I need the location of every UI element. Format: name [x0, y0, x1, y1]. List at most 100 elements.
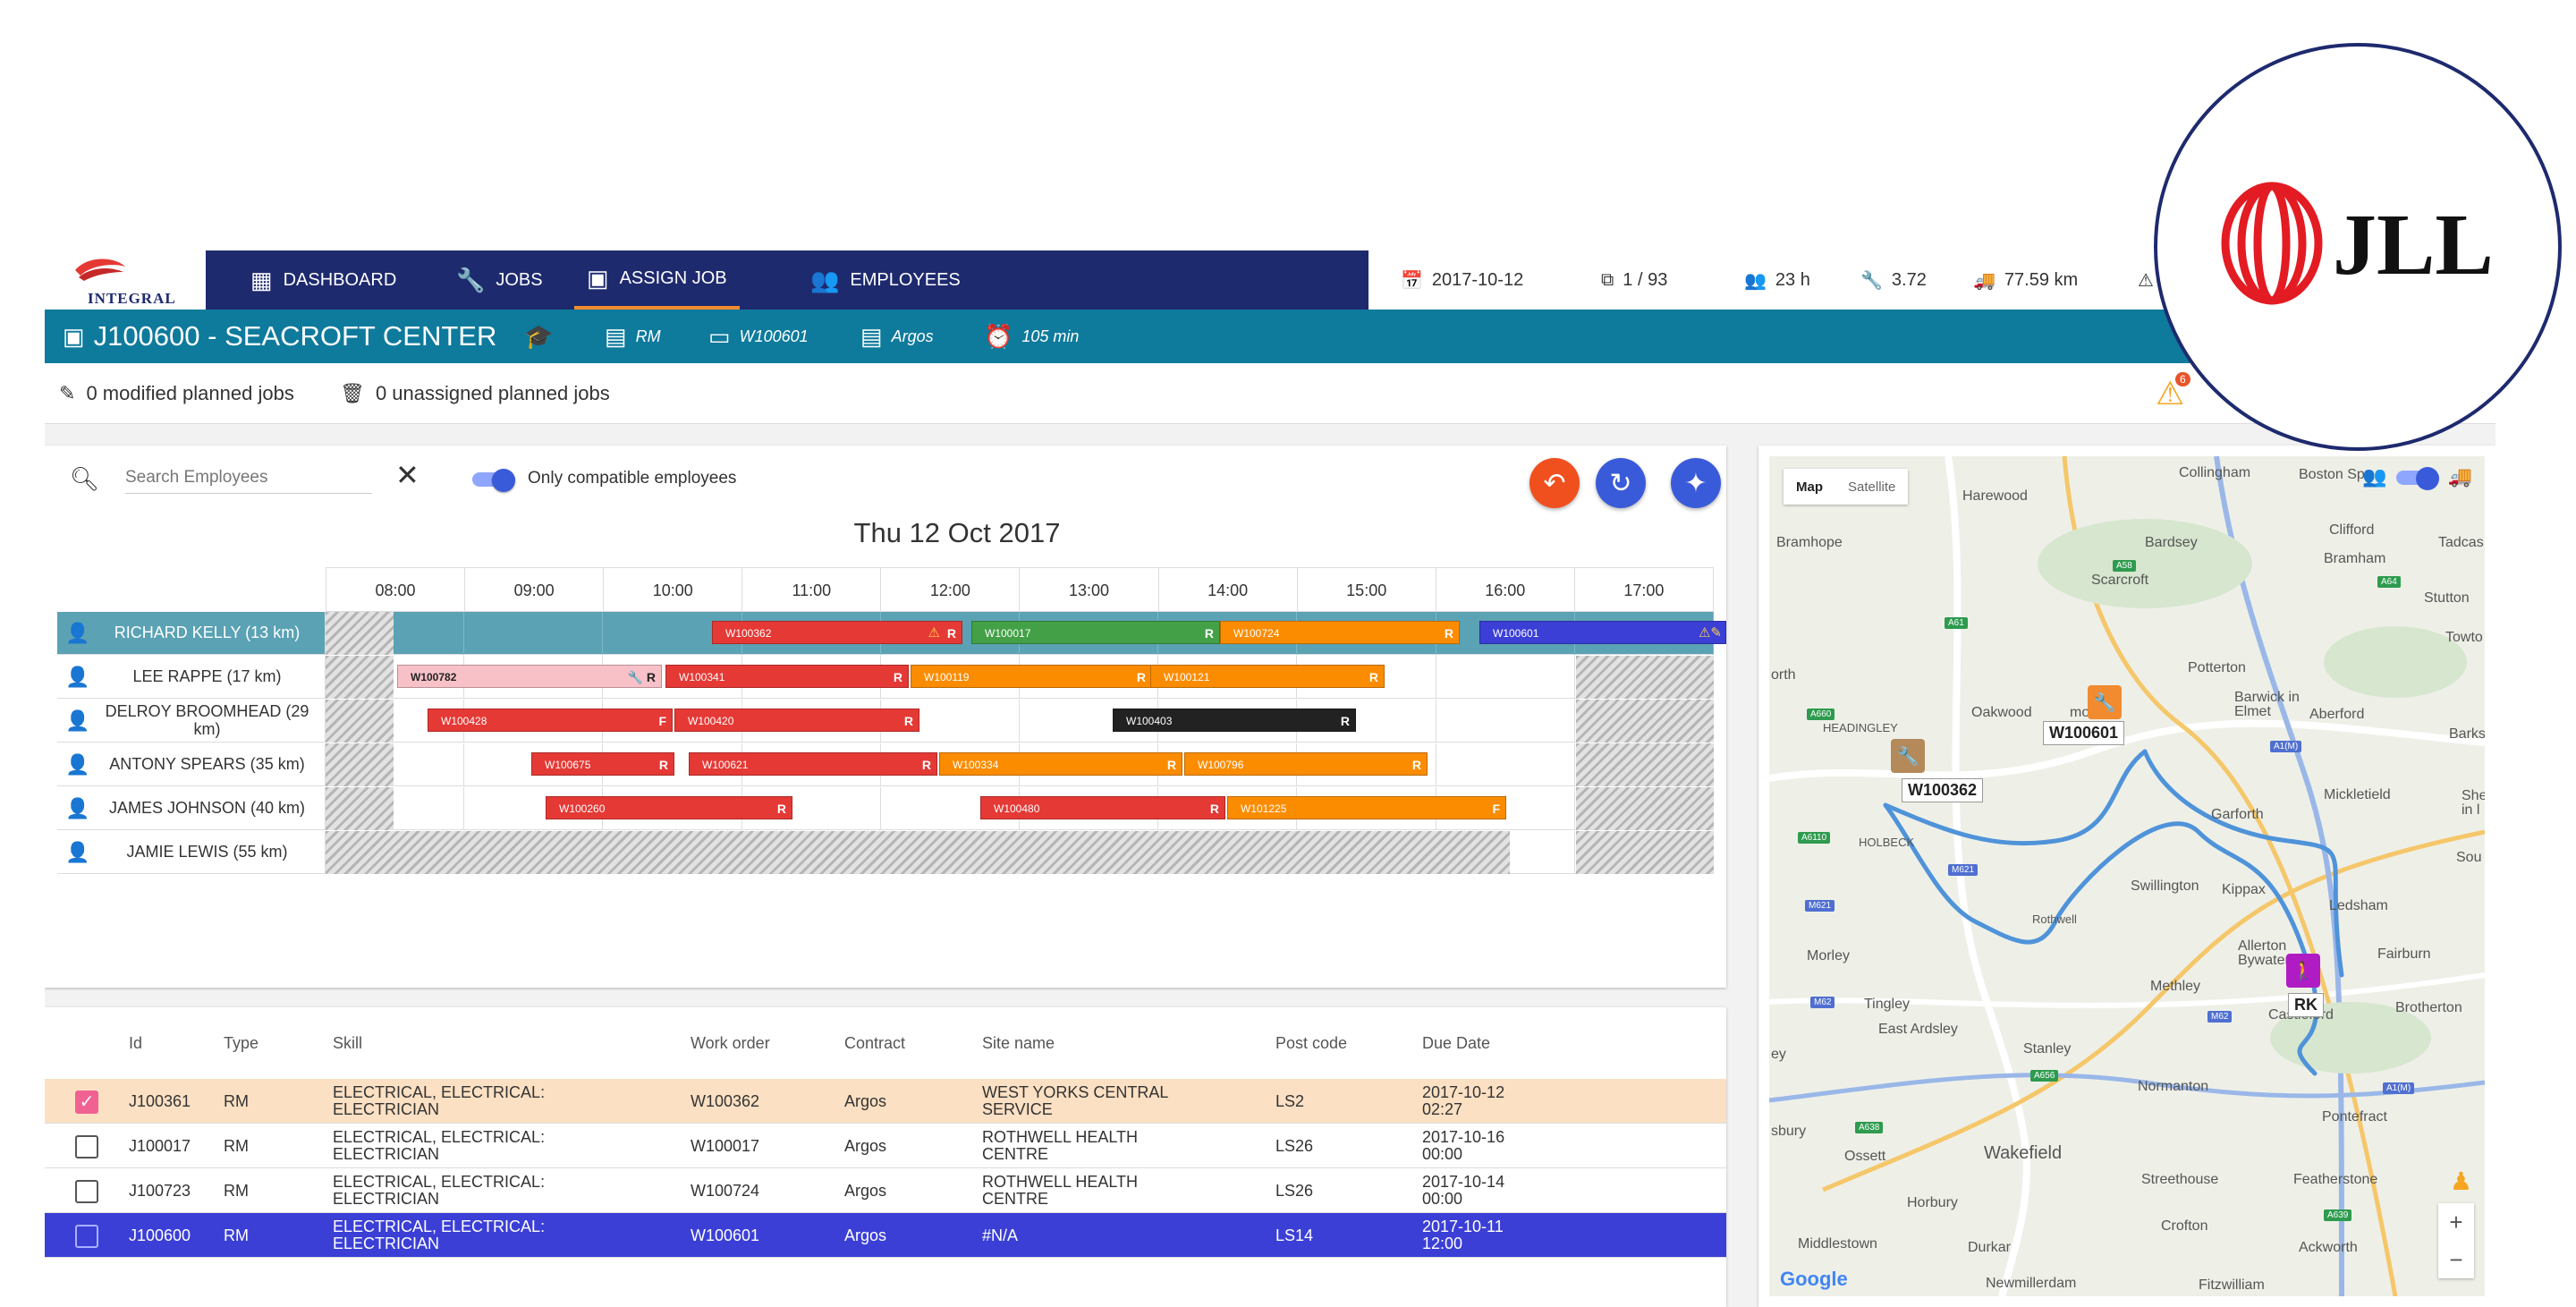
employee-row[interactable]: 👤 LEE RAPPE (17 km) W100782 🔧 R W100341 R …: [57, 656, 1715, 699]
undo-button[interactable]: ↶: [1530, 458, 1580, 508]
job-bar[interactable]: W100119 R: [911, 665, 1152, 688]
employee-name: JAMIE LEWIS (55 km): [126, 843, 288, 861]
job-id: W100260: [559, 802, 606, 815]
job-bar[interactable]: W100260 R: [546, 796, 792, 819]
table-row[interactable]: ✓ J100361 RM ELECTRICAL, ELECTRICAL: ELEC…: [45, 1079, 1726, 1124]
job-bar[interactable]: W100420 R: [674, 709, 919, 732]
alarm-clock-icon: ⏰: [984, 322, 1013, 350]
stat-distance: 🚚 77.59 km: [1973, 250, 2078, 310]
job-bar[interactable]: W100334 R: [939, 752, 1182, 776]
col-header-work-order[interactable]: Work order: [691, 1034, 770, 1053]
route-map[interactable]: Collingham Boston Spa Harewood Clifford …: [1769, 456, 2485, 1296]
nav-employees[interactable]: 👥 EMPLOYEES: [810, 250, 961, 310]
integral-logo[interactable]: INTEGRAL: [45, 250, 206, 310]
warnings-badge[interactable]: ⚠ 6: [2156, 372, 2191, 413]
employee-row[interactable]: 👤 DELROY BROOMHEAD (29 km) W100428 F W100…: [57, 700, 1715, 743]
employee-row[interactable]: 👤 ANTONY SPEARS (35 km) W100675 R W100621…: [57, 743, 1715, 786]
map-place: Horbury: [1907, 1195, 1958, 1210]
jll-logo: JLL: [2221, 182, 2494, 305]
col-header-site-name[interactable]: Site name: [982, 1034, 1055, 1053]
nav-assign-job[interactable]: ▣ ASSIGN JOB: [574, 250, 740, 310]
job-work-order-value: W100601: [739, 327, 809, 345]
person-icon: 👤: [65, 841, 90, 863]
employee-row[interactable]: 👤 RICHARD KELLY (13 km) W100362 ⚠ R W10001…: [57, 612, 1726, 655]
hour-label: 10:00: [604, 568, 743, 611]
skill-cap: 🎓: [524, 310, 553, 363]
reschedule-button[interactable]: ↻: [1596, 458, 1646, 508]
col-header-due-date[interactable]: Due Date: [1422, 1034, 1490, 1053]
nav-dashboard[interactable]: ▦ DASHBOARD: [250, 250, 396, 310]
row-checkbox[interactable]: [75, 1180, 98, 1203]
col-header-skill[interactable]: Skill: [333, 1034, 362, 1053]
job-bar[interactable]: W100480 R: [980, 796, 1225, 819]
col-header-contract[interactable]: Contract: [844, 1034, 905, 1053]
job-duration: ⏰ 105 min: [984, 310, 1079, 363]
job-bar[interactable]: W100796 R: [1184, 752, 1428, 776]
cell-due-date: 2017-10-14 00:00: [1422, 1173, 1505, 1208]
job-type: ▤ RM: [605, 310, 661, 363]
employee-row[interactable]: 👤 JAMES JOHNSON (40 km) W100260 R W100480…: [57, 787, 1715, 830]
job-bar[interactable]: W100782 🔧 R: [397, 665, 662, 688]
row-checkbox[interactable]: [75, 1135, 98, 1158]
zoom-in-button[interactable]: +: [2438, 1203, 2474, 1241]
map-type-satellite[interactable]: Satellite: [1835, 480, 1908, 495]
person-icon: 👤: [65, 709, 90, 732]
job-title-group: ▣ J100600 - SEACROFT CENTER: [63, 310, 496, 363]
unavailable-slot: [326, 743, 394, 786]
nav-jobs[interactable]: 🔧 JOBS: [456, 250, 543, 310]
cell-id: J100600: [129, 1226, 191, 1244]
job-bar[interactable]: W100017 R: [971, 621, 1220, 644]
road-marker: A61: [1945, 617, 1968, 629]
search-employees-input[interactable]: [125, 462, 372, 494]
map-place: Morley: [1807, 948, 1851, 963]
job-marker[interactable]: 🔧: [2088, 685, 2122, 719]
stat-tools: 🔧 3.72: [1860, 250, 1927, 310]
map-place: Tingley: [1864, 997, 1910, 1012]
stat-date[interactable]: 📅 2017-10-12: [1401, 250, 1523, 310]
job-bar[interactable]: W100403 R: [1113, 709, 1356, 732]
job-id: W100782: [411, 671, 457, 683]
street-view-pegman-icon[interactable]: ♟: [2450, 1167, 2472, 1196]
compatible-employees-toggle[interactable]: [472, 469, 517, 492]
col-header-id[interactable]: Id: [129, 1034, 142, 1053]
job-bar[interactable]: W100675 R: [531, 752, 674, 776]
map-type-switch[interactable]: Map Satellite: [1784, 469, 1909, 505]
stat-warning[interactable]: ⚠: [2138, 250, 2154, 310]
cell-post-code: LS26: [1275, 1136, 1314, 1155]
job-id: W100420: [688, 715, 734, 727]
row-checkbox[interactable]: [75, 1225, 98, 1248]
job-flag: R: [946, 626, 956, 641]
employee-marker[interactable]: 🚶: [2286, 954, 2320, 988]
row-checkbox[interactable]: ✓: [75, 1091, 98, 1114]
hour-label: 13:00: [1020, 568, 1159, 611]
map-place: Potterton: [2188, 660, 2246, 675]
road-marker: A6110: [1798, 832, 1831, 844]
job-bar[interactable]: W100428 F: [428, 709, 673, 732]
map-place: Harewood: [1962, 488, 2028, 504]
map-toggle[interactable]: [2395, 467, 2439, 490]
job-bar[interactable]: W100601 ⚠✎: [1479, 621, 1726, 644]
job-marker[interactable]: 🔧: [1891, 739, 1925, 773]
unavailable-slot: [326, 700, 394, 743]
job-bar[interactable]: W100362 ⚠ R: [712, 621, 962, 644]
col-header-post-code[interactable]: Post code: [1275, 1034, 1347, 1053]
modified-jobs[interactable]: ✎ 0 modified planned jobs: [59, 363, 294, 424]
map-place: Crofton: [2161, 1218, 2208, 1234]
col-header-type[interactable]: Type: [224, 1034, 258, 1053]
job-bar[interactable]: W100621 R: [689, 752, 937, 776]
zoom-out-button[interactable]: −: [2438, 1241, 2474, 1278]
table-row[interactable]: J100723 RM ELECTRICAL, ELECTRICAL: ELECTR…: [45, 1168, 1726, 1213]
nav-dashboard-label: DASHBOARD: [283, 270, 397, 290]
job-type-value: RM: [635, 327, 661, 345]
job-bar[interactable]: W100724 R: [1220, 621, 1460, 644]
close-icon[interactable]: ✕: [395, 458, 419, 492]
job-bar[interactable]: W101225 F: [1227, 796, 1506, 819]
job-bar[interactable]: W100121 R: [1150, 665, 1385, 688]
employee-row[interactable]: 👤 JAMIE LEWIS (55 km): [57, 831, 1715, 874]
job-bar[interactable]: W100341 R: [665, 665, 909, 688]
table-row[interactable]: J100600 RM ELECTRICAL, ELECTRICAL: ELECTR…: [45, 1213, 1726, 1258]
table-row[interactable]: J100017 RM ELECTRICAL, ELECTRICAL: ELECTR…: [45, 1124, 1726, 1168]
unassigned-jobs[interactable]: 🗑 0 unassigned planned jobs: [340, 363, 610, 424]
auto-assign-button[interactable]: ✦: [1671, 458, 1721, 508]
map-type-map[interactable]: Map: [1784, 480, 1835, 495]
